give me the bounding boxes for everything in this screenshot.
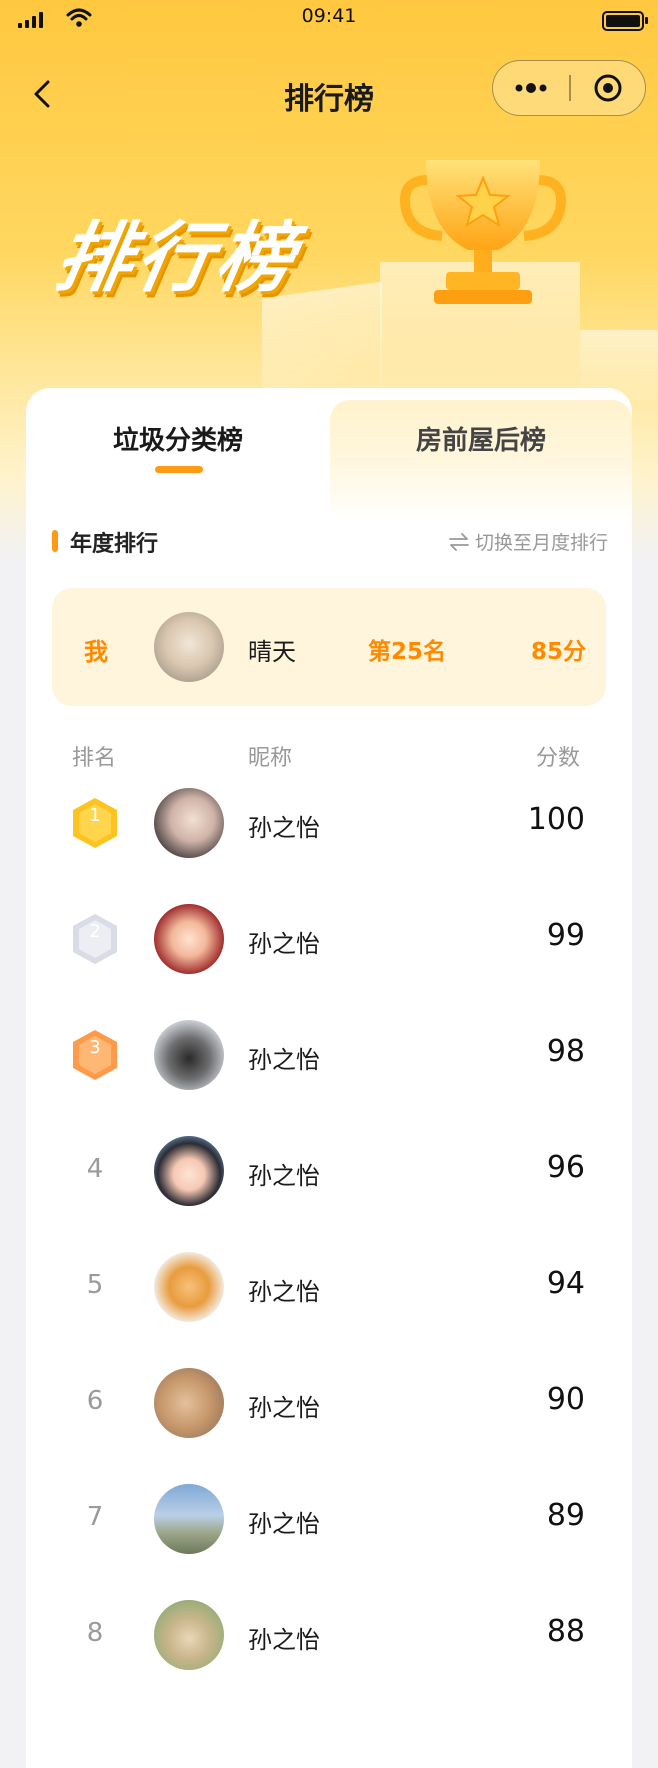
row-score: 100 — [527, 802, 585, 837]
banner-title: 排行榜 — [49, 213, 305, 302]
row-name: 孙之怡 — [248, 1626, 320, 1654]
row-score: 89 — [546, 1498, 585, 1533]
row-score: 96 — [546, 1150, 585, 1185]
avatar — [154, 1484, 224, 1554]
nav-bar: 排行榜 — [0, 56, 658, 132]
my-name: 晴天 — [248, 638, 296, 666]
status-time: 09:41 — [301, 5, 357, 27]
row-rank: 8 — [86, 1618, 104, 1648]
switch-period-button[interactable]: 切换至月度排行 — [449, 528, 608, 555]
column-header-score: 分数 — [535, 746, 580, 771]
my-rank: 第25名 — [368, 639, 447, 665]
tab-house-surroundings[interactable]: 房前屋后榜 — [330, 420, 632, 457]
close-miniprogram-button[interactable] — [571, 61, 645, 115]
my-rank-card — [52, 588, 606, 706]
row-score: 90 — [546, 1382, 585, 1417]
row-rank: 3 — [89, 1037, 101, 1058]
row-rank: 5 — [86, 1270, 104, 1300]
row-rank: 1 — [89, 805, 101, 826]
battery-icon — [602, 11, 648, 31]
swap-icon — [449, 532, 469, 551]
avatar — [154, 1252, 224, 1322]
section-title: 年度排行 — [70, 532, 159, 557]
switch-period-label: 切换至月度排行 — [474, 532, 608, 554]
row-score: 88 — [546, 1614, 585, 1649]
more-button[interactable] — [493, 61, 569, 115]
section-marker — [52, 530, 58, 552]
avatar — [154, 1136, 224, 1206]
avatar — [154, 788, 224, 858]
row-rank: 6 — [86, 1386, 104, 1416]
row-name: 孙之怡 — [248, 1278, 320, 1306]
tab-inactive-background — [330, 400, 632, 520]
avatar — [154, 1600, 224, 1670]
tab-indicator — [155, 466, 203, 473]
row-score: 99 — [546, 918, 585, 953]
target-icon — [594, 74, 622, 102]
tab-waste-sorting[interactable]: 垃圾分类榜 — [26, 420, 330, 457]
column-header-rank: 排名 — [72, 746, 117, 771]
trophy-icon — [400, 160, 566, 304]
status-bar: 09:41 — [0, 0, 658, 36]
avatar — [154, 904, 224, 974]
more-icon — [515, 83, 547, 93]
row-name: 孙之怡 — [248, 1162, 320, 1190]
row-name: 孙之怡 — [248, 1394, 320, 1422]
row-name: 孙之怡 — [248, 1046, 320, 1074]
row-rank: 2 — [89, 921, 101, 942]
avatar — [154, 1020, 224, 1090]
my-score: 85分 — [530, 639, 586, 665]
row-rank: 4 — [86, 1154, 104, 1184]
column-header-name: 昵称 — [248, 746, 293, 771]
row-score: 98 — [546, 1034, 585, 1069]
row-name: 孙之怡 — [248, 930, 320, 958]
row-name: 孙之怡 — [248, 1510, 320, 1538]
my-label: 我 — [84, 638, 108, 666]
avatar — [154, 1368, 224, 1438]
row-score: 94 — [546, 1266, 585, 1301]
miniprogram-capsule — [492, 60, 646, 116]
row-rank: 7 — [86, 1502, 104, 1532]
row-name: 孙之怡 — [248, 814, 320, 842]
avatar — [154, 612, 224, 682]
